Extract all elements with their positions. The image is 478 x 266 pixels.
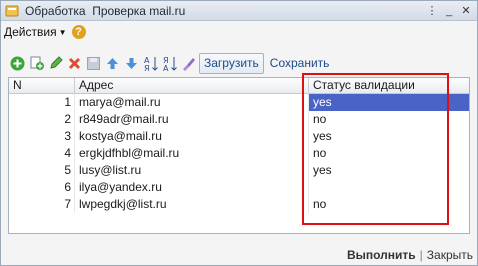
toolbar: AЯ ЯA Загрузить Сохранить	[9, 52, 333, 74]
row-number: 3	[9, 128, 75, 145]
close-button[interactable]: Закрыть	[427, 248, 473, 262]
move-up-icon[interactable]	[104, 55, 121, 72]
app-icon	[5, 5, 19, 16]
row-address: marya@mail.ru	[75, 94, 309, 111]
svg-text:A: A	[163, 64, 169, 72]
run-button[interactable]: Выполнить	[347, 248, 416, 262]
sort-desc-icon[interactable]: ЯA	[161, 55, 178, 72]
actions-menu[interactable]: Действия ▼	[4, 25, 67, 39]
minimize-icon[interactable]: _	[442, 4, 456, 17]
row-address: r849adr@mail.ru	[75, 111, 309, 128]
clear-icon[interactable]	[180, 55, 197, 72]
add-icon[interactable]	[9, 55, 26, 72]
save-disk-icon[interactable]	[85, 55, 102, 72]
close-icon[interactable]: ✕	[459, 4, 473, 17]
row-address: lwpegdkj@list.ru	[75, 196, 309, 213]
edit-icon[interactable]	[47, 55, 64, 72]
more-icon[interactable]: ⋮	[425, 4, 439, 17]
svg-text:Я: Я	[144, 64, 150, 72]
move-down-icon[interactable]	[123, 55, 140, 72]
window-title: Обработка Проверка mail.ru	[25, 3, 186, 18]
row-address: lusy@list.ru	[75, 162, 309, 179]
sort-asc-icon[interactable]: AЯ	[142, 55, 159, 72]
row-number: 6	[9, 179, 75, 196]
status-column-highlight	[302, 73, 449, 225]
row-number: 5	[9, 162, 75, 179]
processing-window: Обработка Проверка mail.ru ⋮ _ ✕ Действи…	[0, 0, 478, 266]
row-number: 1	[9, 94, 75, 111]
row-address: kostya@mail.ru	[75, 128, 309, 145]
footer-bar: Выполнить | Закрыть	[1, 244, 477, 266]
copy-icon[interactable]	[28, 55, 45, 72]
column-header-n[interactable]: N	[9, 78, 75, 93]
actions-menu-label: Действия	[4, 25, 57, 39]
action-bar: Действия ▼ ?	[1, 21, 477, 43]
help-icon[interactable]: ?	[71, 25, 86, 39]
row-number: 2	[9, 111, 75, 128]
row-number: 4	[9, 145, 75, 162]
delete-icon[interactable]	[66, 55, 83, 72]
column-header-address[interactable]: Адрес	[75, 78, 309, 93]
footer-separator: |	[419, 248, 423, 262]
chevron-down-icon: ▼	[58, 28, 67, 37]
load-button[interactable]: Загрузить	[199, 52, 264, 74]
save-button[interactable]: Сохранить	[266, 53, 334, 74]
row-number: 7	[9, 196, 75, 213]
row-address: ergkjdfhbl@mail.ru	[75, 145, 309, 162]
row-address: ilya@yandex.ru	[75, 179, 309, 196]
title-bar: Обработка Проверка mail.ru ⋮ _ ✕	[1, 1, 477, 21]
